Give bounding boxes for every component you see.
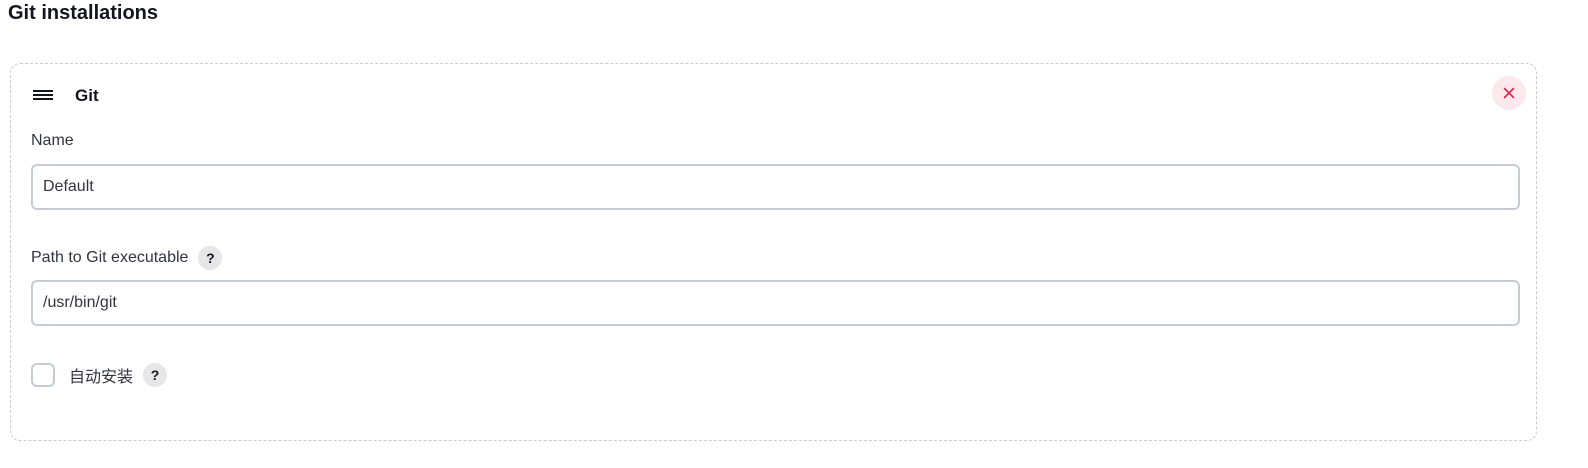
auto-install-row: 自动安装 ? bbox=[31, 361, 168, 389]
name-label: Name bbox=[31, 132, 74, 149]
auto-install-label[interactable]: 自动安装 bbox=[69, 363, 133, 387]
path-help-button[interactable]: ? bbox=[198, 246, 223, 270]
installation-title: Git bbox=[75, 86, 99, 105]
auto-install-help-button[interactable]: ? bbox=[143, 363, 168, 387]
card-header: Git bbox=[11, 64, 1536, 126]
path-label-row: Path to Git executable ? bbox=[31, 246, 223, 270]
path-to-git-input[interactable] bbox=[31, 280, 1520, 326]
path-label: Path to Git executable bbox=[31, 249, 189, 266]
section-title: Git installations bbox=[8, 2, 159, 24]
close-icon bbox=[1503, 87, 1515, 99]
delete-installation-button[interactable] bbox=[1492, 76, 1526, 110]
drag-handle-icon[interactable] bbox=[32, 87, 54, 103]
git-installation-card: Git Name Path to Git executable ? 自动安装 ? bbox=[10, 63, 1537, 441]
auto-install-checkbox[interactable] bbox=[31, 363, 55, 387]
name-input[interactable] bbox=[31, 164, 1520, 210]
